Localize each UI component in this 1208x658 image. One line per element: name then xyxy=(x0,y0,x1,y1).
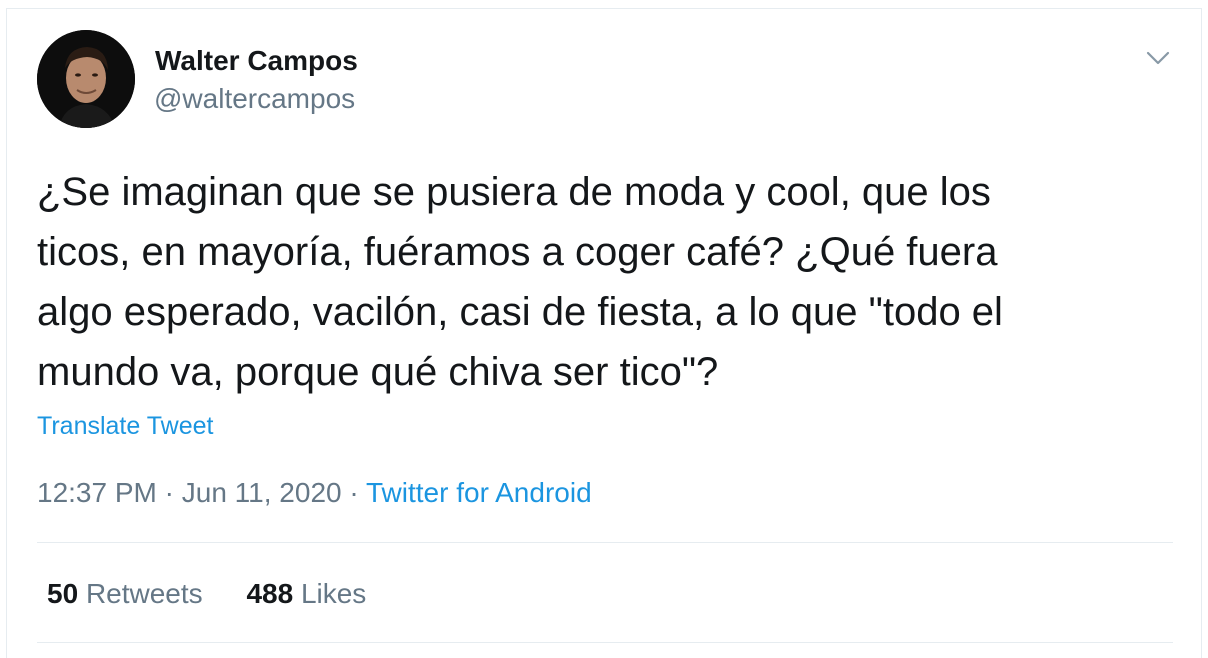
tweet-source-link[interactable]: Twitter for Android xyxy=(366,477,592,508)
tweet-date[interactable]: Jun 11, 2020 xyxy=(182,477,342,508)
tweet-meta: 12:37 PM · Jun 11, 2020 · Twitter for An… xyxy=(37,476,592,510)
divider xyxy=(37,642,1173,643)
translate-tweet-link[interactable]: Translate Tweet xyxy=(37,411,213,441)
retweets-count: 50 xyxy=(47,578,79,609)
chevron-down-icon[interactable] xyxy=(1143,43,1173,73)
avatar[interactable] xyxy=(37,30,135,128)
likes-label: Likes xyxy=(300,578,367,609)
likes-count: 488 xyxy=(246,578,294,609)
tweet-stats: 50 Retweets 488 Likes xyxy=(47,577,402,611)
retweets-stat[interactable]: 50 Retweets xyxy=(47,578,203,609)
author-name[interactable]: Walter Campos xyxy=(155,45,358,77)
retweets-label: Retweets xyxy=(85,578,203,609)
avatar-photo xyxy=(37,30,135,128)
tweet-card: Walter Campos @waltercampos ¿Se imaginan… xyxy=(6,8,1202,658)
divider xyxy=(37,542,1173,543)
tweet-text: ¿Se imaginan que se pusiera de moda y co… xyxy=(37,170,1003,394)
meta-separator: · xyxy=(164,477,174,508)
likes-stat[interactable]: 488 Likes xyxy=(246,578,366,609)
author-handle[interactable]: @waltercampos xyxy=(154,83,355,115)
tweet-time[interactable]: 12:37 PM xyxy=(37,477,157,508)
meta-separator: · xyxy=(349,477,359,508)
